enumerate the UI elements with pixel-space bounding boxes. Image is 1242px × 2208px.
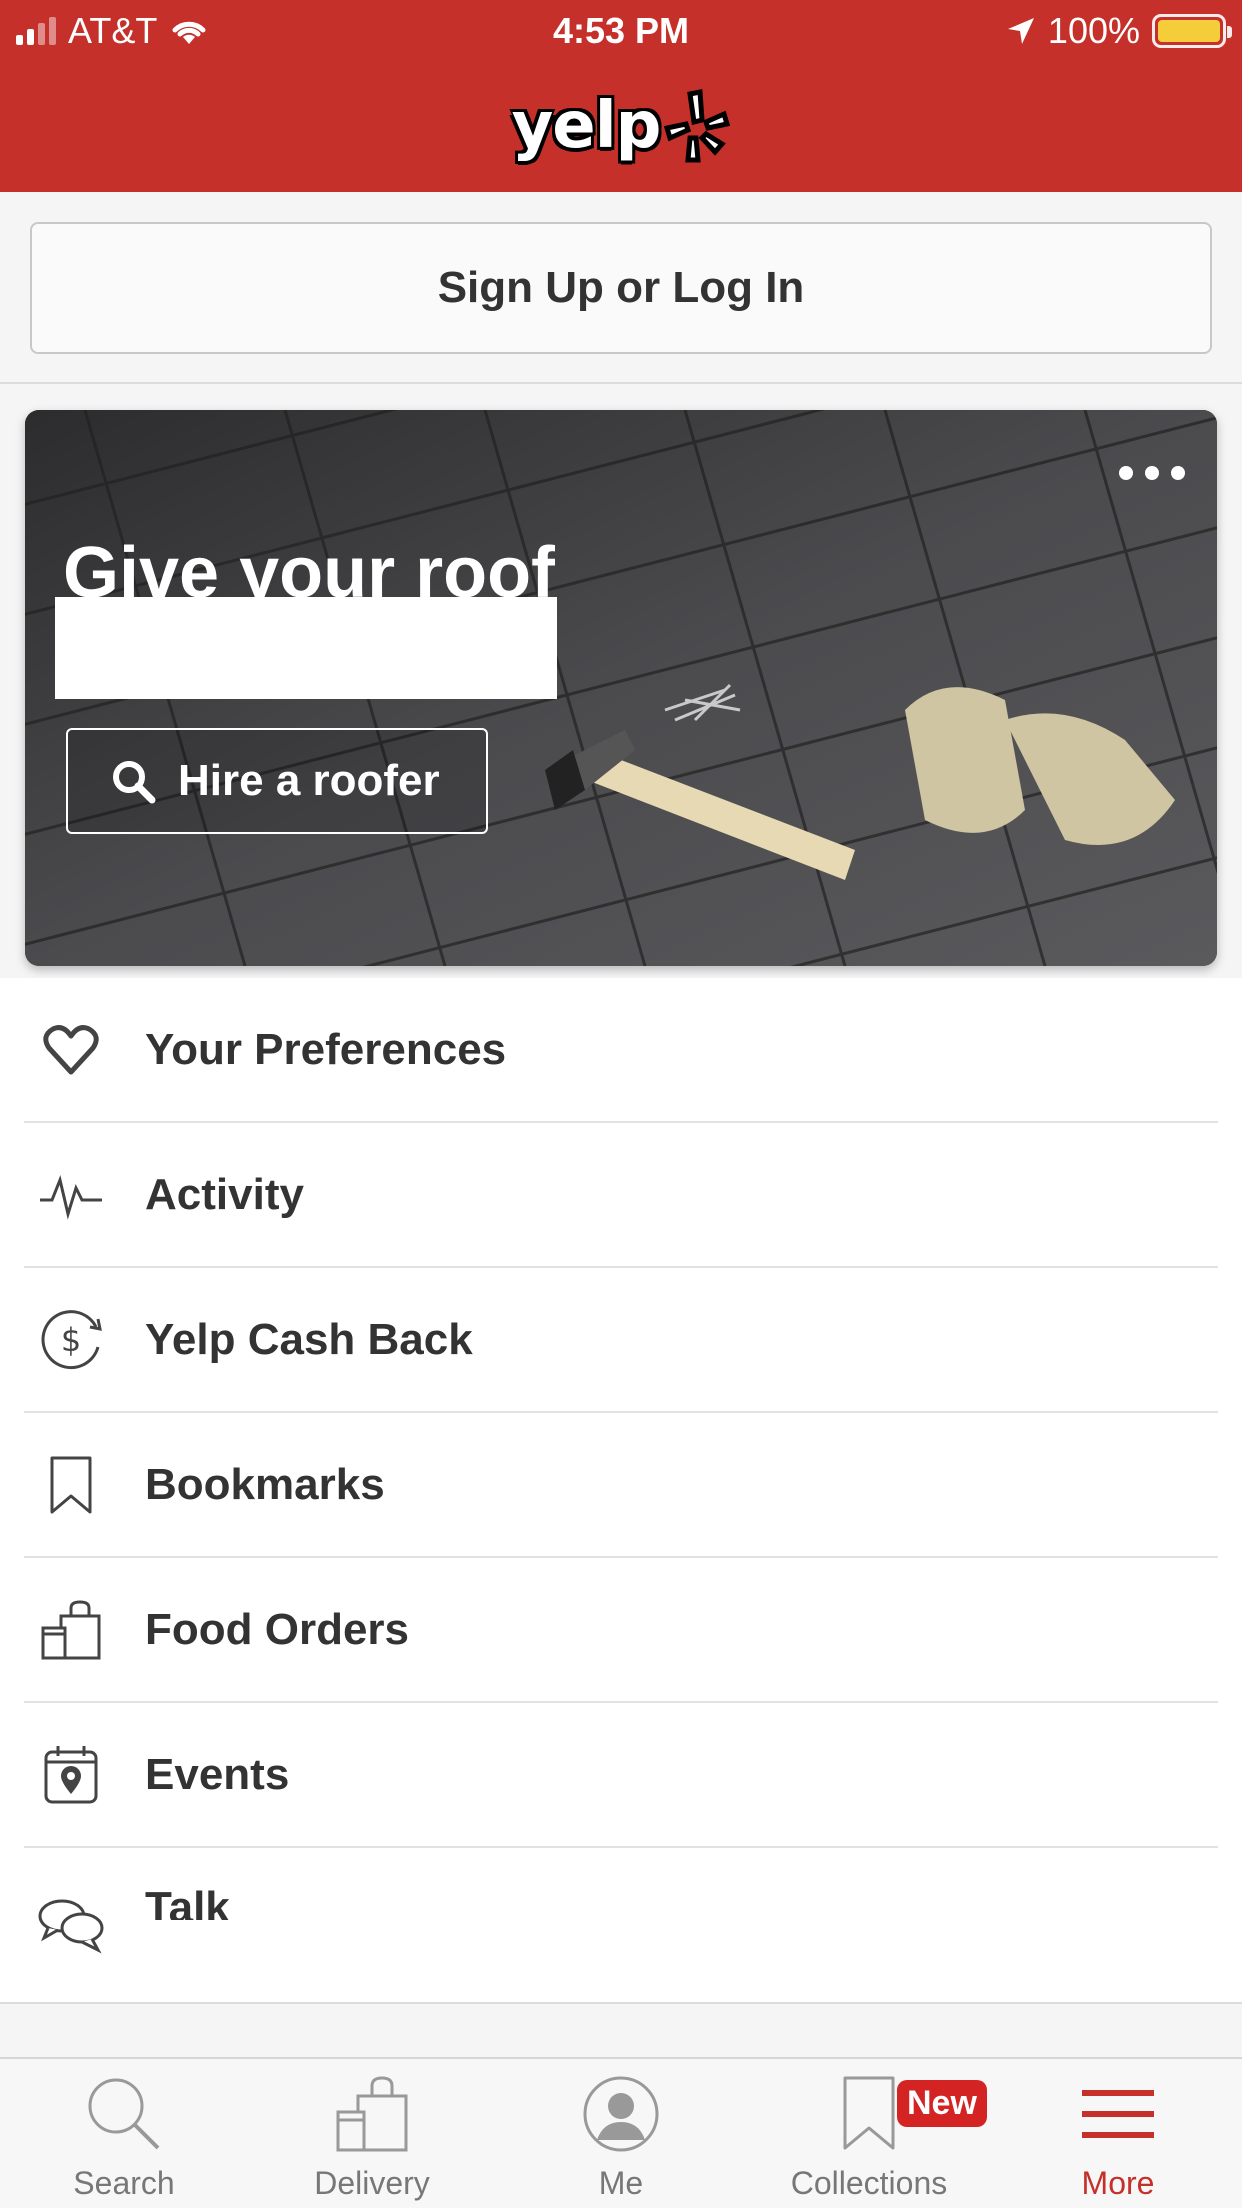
tab-search[interactable]: Search — [0, 2071, 248, 2208]
tab-collections[interactable]: Collections New — [745, 2071, 993, 2208]
battery-icon — [1152, 14, 1232, 48]
bottom-tab-bar: Search Delivery Me Collections New More — [0, 2057, 1242, 2208]
yelp-logo: yelp — [0, 78, 1242, 174]
cash-back-icon: $ — [34, 1303, 108, 1377]
calendar-icon — [34, 1738, 108, 1812]
yelp-burst-icon — [664, 88, 731, 163]
search-icon — [0, 2071, 248, 2157]
battery-percent: 100% — [1047, 10, 1140, 51]
menu-item-bookmarks[interactable]: Bookmarks — [24, 1413, 1218, 1558]
new-badge: New — [897, 2080, 987, 2127]
more-menu-list: Your Preferences Activity $ Yelp Cash Ba… — [0, 978, 1242, 2004]
menu-item-activity[interactable]: Activity — [24, 1123, 1218, 1268]
delivery-bag-icon — [248, 2071, 496, 2157]
bookmark-icon — [34, 1448, 108, 1522]
redacted-area — [55, 597, 557, 699]
hire-roofer-button[interactable]: Hire a roofer — [66, 728, 488, 834]
hire-roofer-label: Hire a roofer — [178, 756, 440, 805]
status-bar: AT&T 4:53 PM 100% — [0, 0, 1242, 62]
menu-item-events[interactable]: Events — [24, 1703, 1218, 1848]
shopping-bag-icon — [34, 1593, 108, 1667]
menu-item-food-orders[interactable]: Food Orders — [24, 1558, 1218, 1703]
menu-item-yelp-cash-back[interactable]: $ Yelp Cash Back — [24, 1268, 1218, 1413]
menu-item-your-preferences[interactable]: Your Preferences — [24, 978, 1218, 1123]
svg-text:$: $ — [61, 1321, 81, 1359]
heart-icon — [34, 1013, 108, 1087]
tab-delivery[interactable]: Delivery — [248, 2071, 496, 2208]
signup-login-button[interactable]: Sign Up or Log In — [30, 222, 1212, 354]
promo-banner[interactable]: Give your roof Hire a roofer — [25, 410, 1217, 966]
menu-item-talk[interactable]: Talk — [24, 1848, 1218, 1993]
app-header: AT&T 4:53 PM 100% yelp — [0, 0, 1242, 192]
banner-headline: Give your roof — [63, 533, 556, 602]
chat-bubbles-icon — [34, 1888, 108, 1962]
tab-more[interactable]: More — [994, 2071, 1242, 2208]
ellipsis-icon[interactable] — [1119, 466, 1185, 480]
location-arrow-icon — [1007, 18, 1034, 44]
tab-me[interactable]: Me — [497, 2071, 745, 2208]
profile-icon — [497, 2071, 745, 2157]
pulse-icon — [34, 1158, 108, 1232]
hamburger-icon — [994, 2071, 1242, 2157]
search-icon — [113, 761, 156, 804]
signup-section: Sign Up or Log In — [0, 192, 1242, 384]
